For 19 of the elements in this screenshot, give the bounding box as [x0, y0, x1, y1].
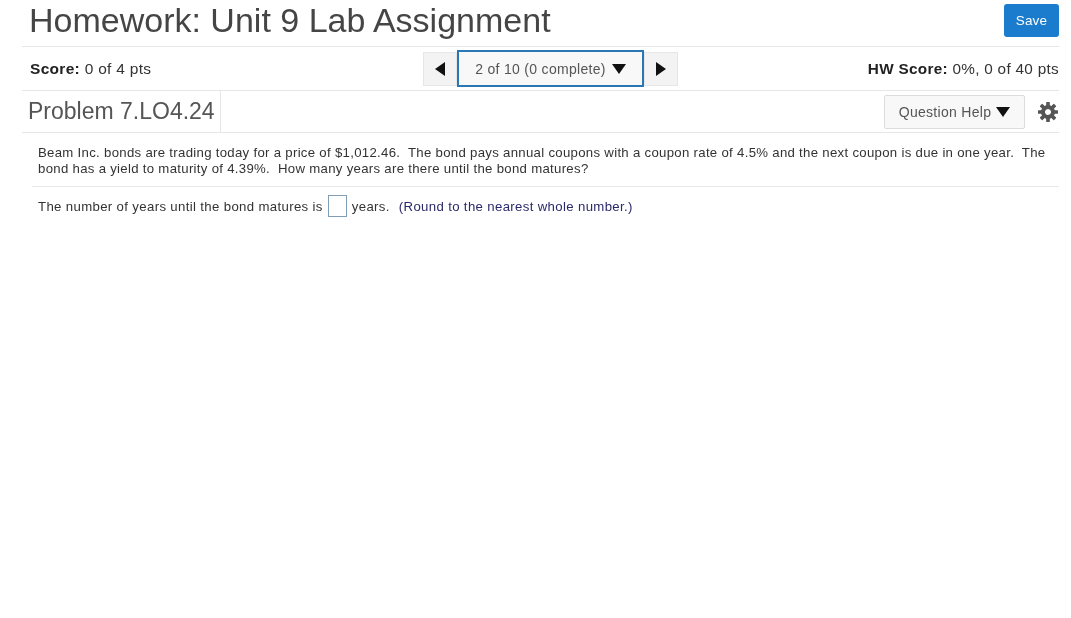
settings-icon[interactable] — [1038, 101, 1058, 122]
caret-icon — [611, 63, 626, 74]
problem-title: Problem 7.LO4.24 — [22, 91, 221, 132]
question-dropdown[interactable]: 2 of 10 (0 complete) — [457, 50, 644, 87]
caret-icon — [996, 106, 1011, 117]
right-triangle-icon — [656, 61, 666, 76]
answer-prompt: The number of years until the bond matures is — [38, 198, 323, 214]
answer-unit: years. — [351, 198, 390, 214]
previous-button[interactable] — [423, 51, 457, 86]
rounding-hint: (Round to the nearest whole number.) — [398, 198, 633, 214]
score-text: Score: 0 of 4 pts — [30, 59, 153, 78]
save-button[interactable]: Save — [1004, 4, 1059, 37]
page-title: Homework: Unit 9 Lab Assignment — [29, 0, 551, 40]
next-button[interactable] — [644, 51, 678, 86]
question-help-button[interactable]: Question Help — [884, 94, 1025, 129]
left-triangle-icon — [435, 61, 445, 76]
answer-box[interactable] — [327, 195, 347, 217]
question-text: Beam Inc. bonds are trading today for a price of $1,012.46. The bond pays annual coupons with a coupon rate of 4.5% and the next coupon is due in one year. The bond has a yield to maturity of 4.39%. How many years are there until the bond matures? — [38, 145, 1047, 177]
hw-score-text: HW Score: 0%, 0 of 40 pts — [867, 59, 1059, 78]
